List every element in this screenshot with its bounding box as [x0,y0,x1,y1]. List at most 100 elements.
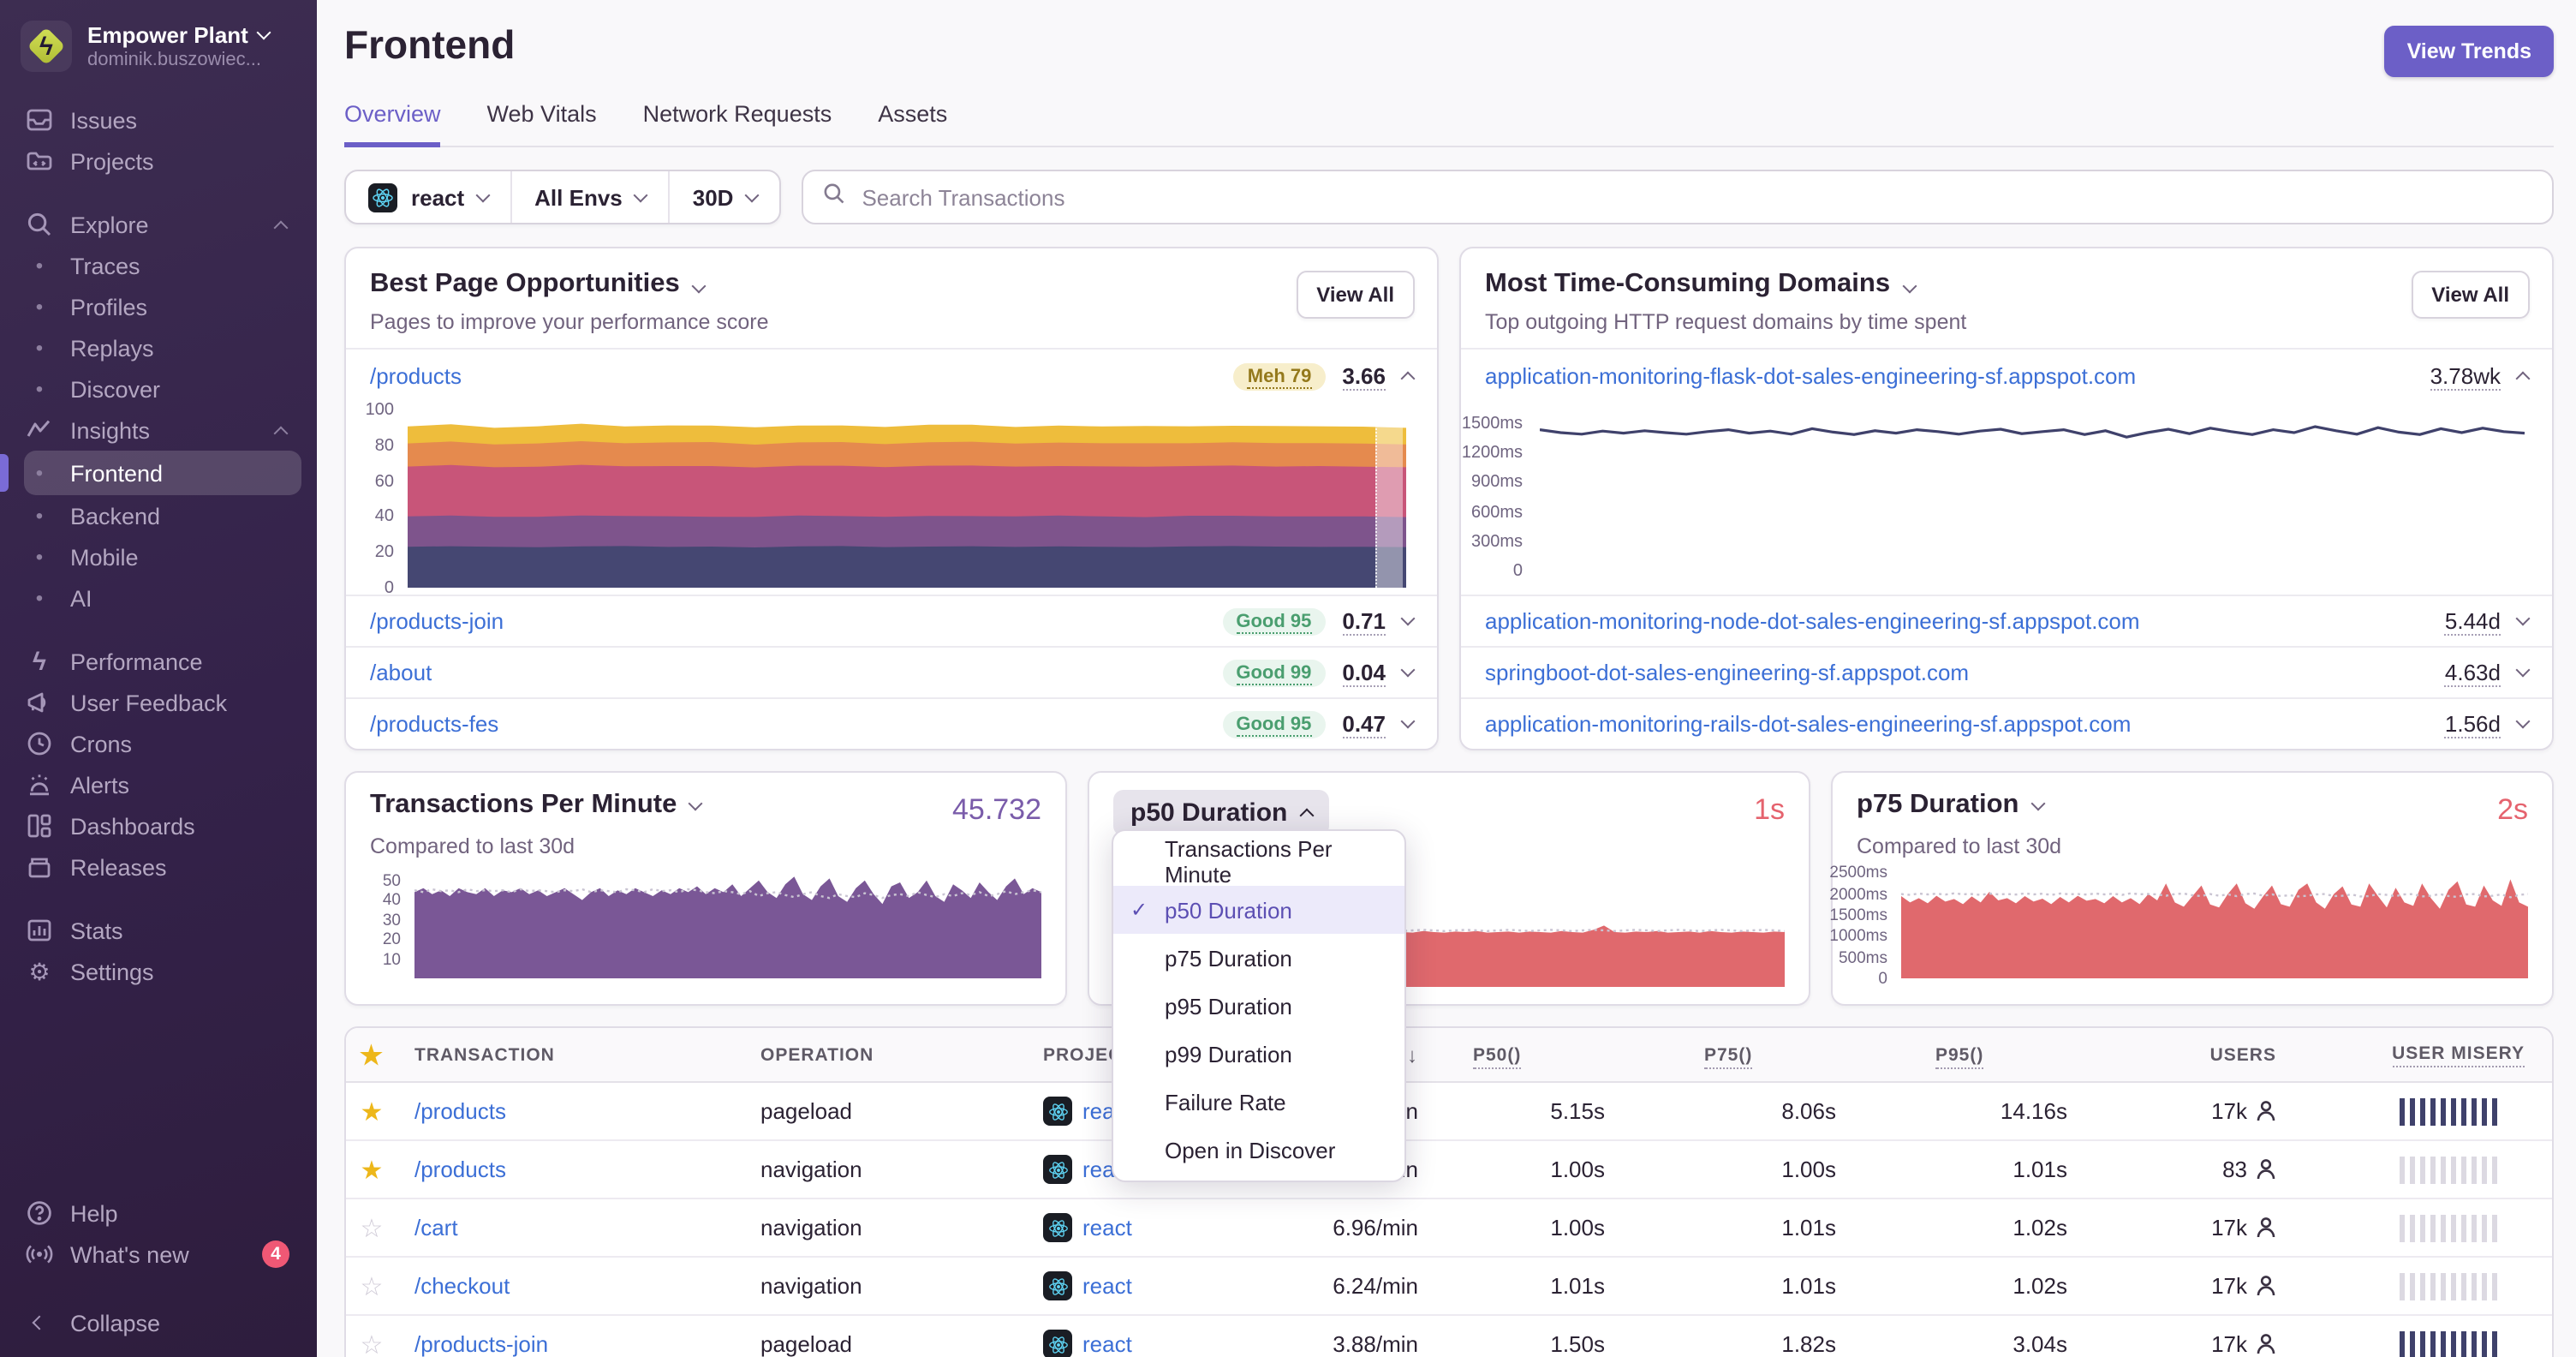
domains-title-row[interactable]: Most Time-Consuming Domains [1485,269,2528,300]
sidebar-nav: Issues Projects Explore • Traces • Profiles… [0,89,317,992]
misery-bar [2430,1156,2436,1183]
search-input[interactable] [862,184,2533,210]
domain-row[interactable]: application-monitoring-node-dot-sales-en… [1461,595,2552,646]
column-header-p95[interactable]: P95() [1922,1044,2153,1068]
transaction-link[interactable]: /products [414,1157,506,1182]
menu-item-p95-duration[interactable]: p95 Duration [1113,982,1404,1030]
sidebar-item-stats[interactable]: Stats [24,910,317,951]
project-link[interactable]: react [1082,1273,1132,1299]
domain-row[interactable]: application-monitoring-rails-dot-sales-e… [1461,697,2552,749]
menu-item-label: p99 Duration [1165,1041,1292,1067]
domain-row[interactable]: springboot-dot-sales-engineering-sf.apps… [1461,646,2552,697]
star-toggle[interactable]: ☆ [346,1270,397,1301]
tab-network-requests[interactable]: Network Requests [643,101,832,146]
sidebar-item-profiles[interactable]: • Profiles [24,286,317,327]
menu-item-p99-duration[interactable]: p99 Duration [1113,1030,1404,1078]
sidebar-group-explore[interactable]: Explore [24,204,317,245]
misery-bar [2409,1272,2415,1300]
sidebar-item-issues[interactable]: Issues [24,99,317,140]
environment-filter[interactable]: All Envs [510,171,669,223]
p50-cell: 1.00s [1550,1157,1605,1182]
menu-item-transactions-per-minute[interactable]: Transactions Per Minute [1113,836,1404,888]
menu-item-open-in-discover[interactable]: Open in Discover [1113,1126,1404,1174]
sidebar-item-frontend[interactable]: • Frontend [0,451,301,495]
project-filter[interactable]: react [346,171,510,223]
menu-item-p50-duration[interactable]: ✓ p50 Duration [1113,886,1404,934]
sidebar-item-mobile[interactable]: • Mobile [24,536,317,577]
sidebar-item-traces[interactable]: • Traces [24,245,317,286]
sidebar-collapse-button[interactable]: Collapse [24,1302,317,1343]
domain-link[interactable]: application-monitoring-node-dot-sales-en… [1485,608,2140,634]
panel-subtitle: Pages to improve your performance score [370,310,769,334]
sidebar-item-discover[interactable]: • Discover [24,368,317,409]
best-pages-view-all-button[interactable]: View All [1296,271,1415,319]
domain-link[interactable]: application-monitoring-rails-dot-sales-e… [1485,711,2131,737]
project-link[interactable]: react [1082,1215,1132,1240]
sidebar-item-performance[interactable]: ϟ Performance [24,641,317,682]
sidebar-item-alerts[interactable]: Alerts [24,764,317,805]
transaction-link[interactable]: /products-join [414,1331,548,1357]
sidebar-item-releases[interactable]: Releases [24,846,317,888]
tab-overview[interactable]: Overview [344,101,441,147]
menu-item-p75-duration[interactable]: p75 Duration [1113,934,1404,982]
domain-row[interactable]: application-monitoring-flask-dot-sales-e… [1461,348,2552,403]
chevron-down-icon [2515,611,2531,626]
sidebar-item-backend[interactable]: • Backend [24,495,317,536]
view-trends-button[interactable]: View Trends [2384,26,2554,77]
transaction-link[interactable]: /products [414,1098,506,1124]
best-page-row[interactable]: /products Meh 79 3.66 [346,348,1437,403]
sidebar-item-settings[interactable]: ⚙ Settings [24,951,317,992]
transaction-link[interactable]: /about [370,660,432,685]
table-row: ☆ /products-join pageload react 3.88/min 1.50… [346,1316,2552,1357]
star-toggle[interactable]: ☆ [346,1329,397,1357]
sidebar-item-crons[interactable]: Crons [24,723,317,764]
sidebar-item-label: Performance [70,649,203,674]
best-page-row[interactable]: /products-join Good 95 0.71 [346,595,1437,646]
menu-item-failure-rate[interactable]: Failure Rate [1113,1078,1404,1126]
p75-metric-selector[interactable]: p75 Duration [1857,790,2045,821]
column-header-p50[interactable]: P50() [1459,1044,1690,1068]
sidebar-item-ai[interactable]: • AI [24,577,317,619]
column-header-user-misery[interactable]: USER MISERY [2307,1043,2549,1067]
best-pages-title-row[interactable]: Best Page Opportunities [370,269,1413,300]
tab-web-vitals[interactable]: Web Vitals [487,101,597,146]
metric-subtitle: Compared to last 30d [370,834,575,858]
chevron-up-icon [1400,371,1416,386]
sidebar-item-projects[interactable]: Projects [24,140,317,182]
star-toggle[interactable]: ★ [346,1096,397,1127]
app-window: ϟ Empower Plant dominik.buszowiec... Iss… [0,0,2576,1357]
tab-assets[interactable]: Assets [878,101,947,146]
domain-link[interactable]: springboot-dot-sales-engineering-sf.apps… [1485,660,1969,685]
transaction-link[interactable]: /checkout [414,1273,510,1299]
sidebar-item-replays[interactable]: • Replays [24,327,317,368]
explore-sublist: • Traces • Profiles • Replays • Discover [24,245,317,409]
domains-view-all-button[interactable]: View All [2411,271,2530,319]
column-header-users[interactable]: USERS [2153,1044,2307,1065]
best-page-row[interactable]: /about Good 99 0.04 [346,646,1437,697]
star-toggle[interactable]: ★ [346,1154,397,1185]
misery-bar [2481,1156,2487,1183]
transaction-link[interactable]: /cart [414,1215,458,1240]
sidebar-item-dashboards[interactable]: Dashboards [24,805,317,846]
sidebar-item-help[interactable]: Help [24,1193,317,1234]
best-page-row[interactable]: /products-fes Good 95 0.47 [346,697,1437,749]
star-column-header[interactable]: ★ [346,1039,397,1070]
sidebar-group-insights[interactable]: Insights [24,409,317,451]
table-row: ☆ /cart navigation react 6.96/min 1.00s 1.01s 1… [346,1199,2552,1258]
sidebar-item-user-feedback[interactable]: User Feedback [24,682,317,723]
column-header-transaction[interactable]: TRANSACTION [397,1044,743,1065]
star-toggle[interactable]: ☆ [346,1212,397,1243]
project-link[interactable]: react [1082,1331,1132,1357]
domain-link[interactable]: application-monitoring-flask-dot-sales-e… [1485,363,2136,389]
date-range-filter[interactable]: 30D [668,171,780,223]
transaction-link[interactable]: /products [370,363,462,389]
p75-cell: 1.01s [1781,1273,1836,1299]
column-header-operation[interactable]: OPERATION [743,1044,1026,1065]
transaction-link[interactable]: /products-join [370,608,504,634]
insights-icon [24,416,55,444]
column-header-p75[interactable]: P75() [1690,1044,1922,1068]
transaction-link[interactable]: /products-fes [370,711,498,737]
tpm-metric-selector[interactable]: Transactions Per Minute [370,790,703,821]
org-switcher[interactable]: ϟ Empower Plant dominik.buszowiec... [0,0,317,89]
sidebar-item-whats-new[interactable]: What's new 4 [24,1234,317,1275]
